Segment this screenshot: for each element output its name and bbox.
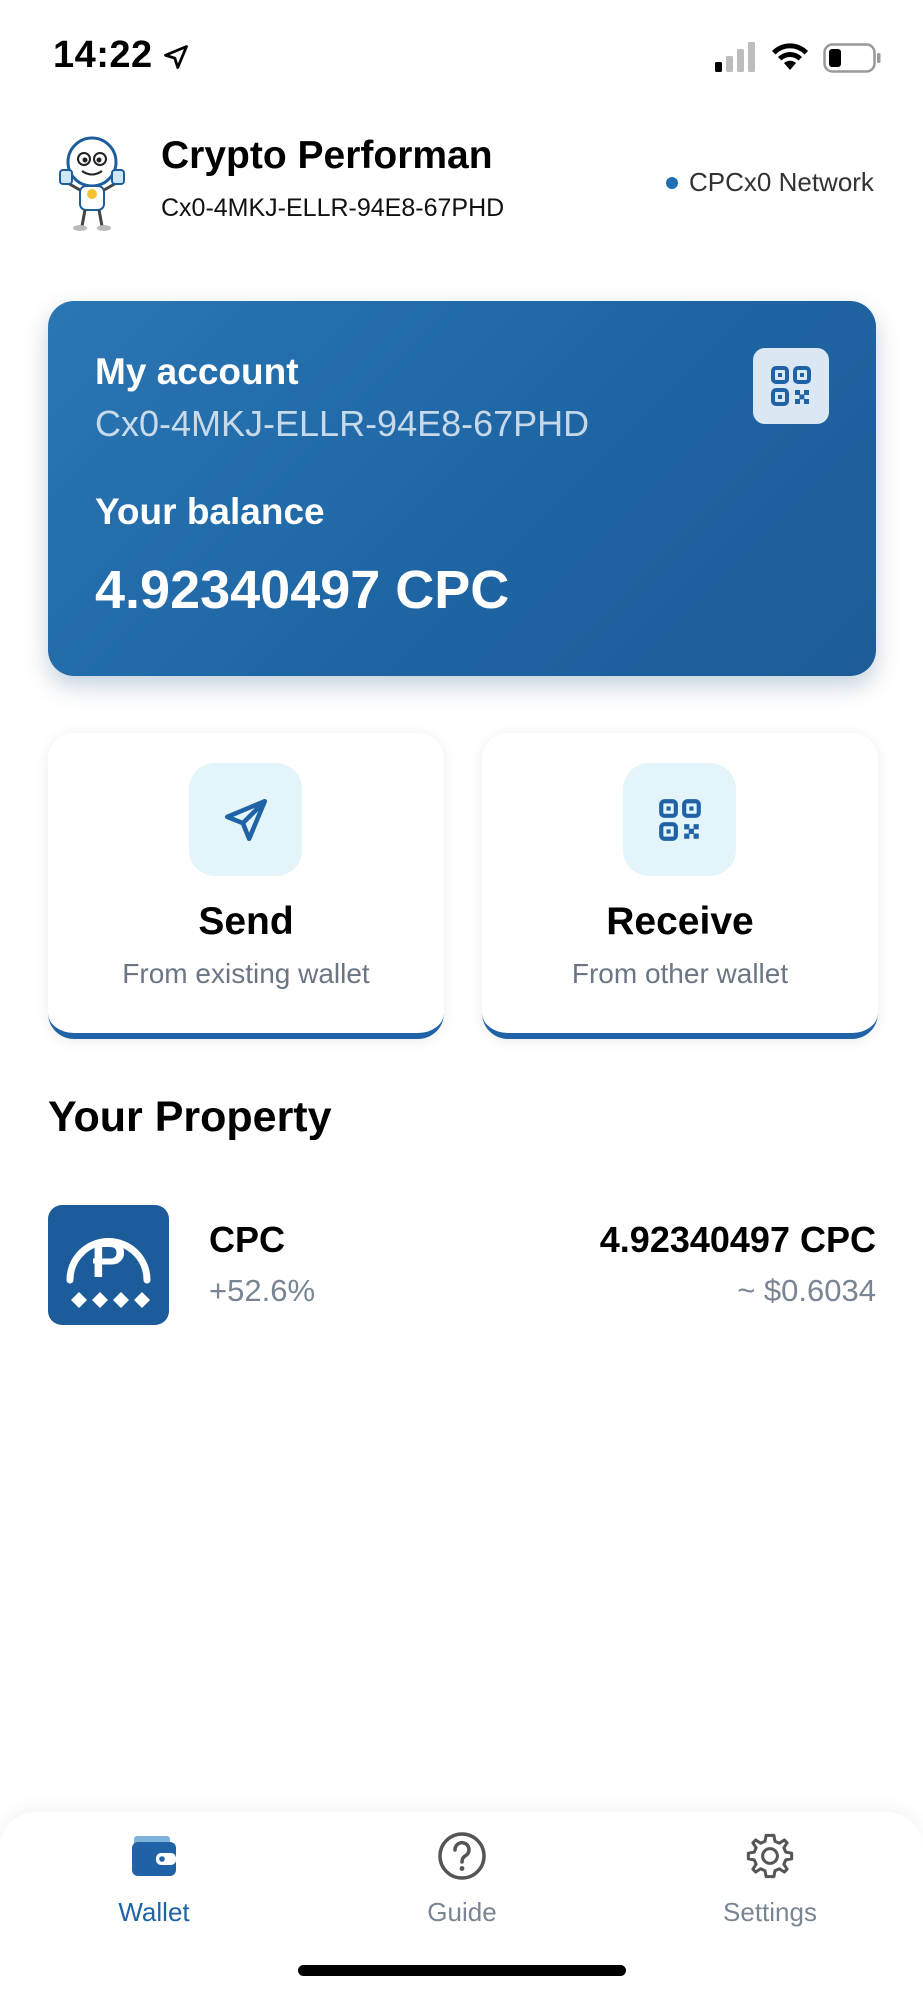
location-arrow-icon xyxy=(164,45,188,69)
send-title: Send xyxy=(198,900,294,943)
question-icon xyxy=(438,1832,486,1880)
status-time: 14:22 xyxy=(53,34,153,76)
receive-button[interactable]: Receive From other wallet xyxy=(482,733,878,1039)
nav-settings[interactable]: Settings xyxy=(670,1812,870,1942)
send-icon-container xyxy=(189,763,302,876)
account-title: My account xyxy=(95,351,299,392)
cellular-signal-icon xyxy=(715,42,755,72)
account-address: Cx0-4MKJ-ELLR-94E8-67PHD xyxy=(95,403,590,444)
cpc-logo-icon: P xyxy=(48,1205,169,1325)
wallet-icon xyxy=(132,1836,176,1876)
asset-fiat-value: ~ $0.6034 xyxy=(737,1273,876,1308)
send-subtitle: From existing wallet xyxy=(122,958,370,989)
profile-address: Cx0-4MKJ-ELLR-94E8-67PHD xyxy=(161,194,505,222)
nav-guide-label: Guide xyxy=(427,1897,497,1927)
nav-wallet-label: Wallet xyxy=(118,1897,190,1927)
home-indicator[interactable] xyxy=(298,1965,626,1976)
asset-row-cpc[interactable]: P CPC +52.6% 4.92340497 CPC ~ $0.6034 xyxy=(48,1203,876,1325)
show-qr-button[interactable] xyxy=(753,348,829,424)
wifi-icon xyxy=(772,43,808,70)
send-button[interactable]: Send From existing wallet xyxy=(48,733,444,1039)
receive-icon-container xyxy=(623,763,736,876)
profile-name: Crypto Performan xyxy=(161,134,493,177)
balance-label: Your balance xyxy=(95,491,325,532)
nav-settings-label: Settings xyxy=(723,1897,817,1927)
nav-guide[interactable]: Guide xyxy=(362,1812,562,1942)
account-card[interactable]: My account Cx0-4MKJ-ELLR-94E8-67PHD Your… xyxy=(48,301,876,676)
receive-subtitle: From other wallet xyxy=(571,958,789,989)
qr-code-icon xyxy=(658,798,701,841)
gear-icon xyxy=(746,1833,794,1879)
network-status-dot xyxy=(666,177,678,189)
avatar[interactable] xyxy=(52,132,132,232)
balance-value: 4.92340497 CPC xyxy=(95,560,510,620)
battery-icon xyxy=(823,43,881,73)
asset-change: +52.6% xyxy=(209,1273,316,1308)
receive-title: Receive xyxy=(606,900,754,943)
nav-wallet[interactable]: Wallet xyxy=(54,1812,254,1942)
asset-amount: 4.92340497 CPC xyxy=(599,1219,876,1260)
property-heading: Your Property xyxy=(48,1093,332,1141)
qr-code-icon xyxy=(771,366,811,406)
asset-name: CPC xyxy=(209,1219,286,1260)
network-label[interactable]: CPCx0 Network xyxy=(689,167,874,198)
paper-plane-icon xyxy=(224,798,267,841)
